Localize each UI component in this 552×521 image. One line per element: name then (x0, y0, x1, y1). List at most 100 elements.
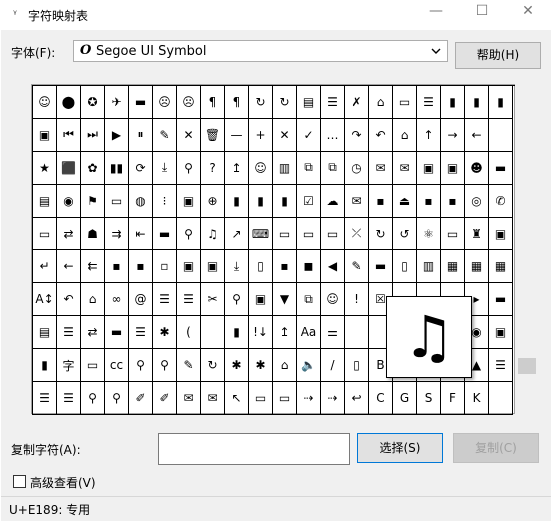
character-cell[interactable]: ▥ (273, 151, 297, 185)
character-cell[interactable]: ☰ (33, 382, 57, 415)
character-cell[interactable]: ⏮ (57, 118, 81, 152)
character-cell[interactable]: ⚲ (105, 382, 129, 415)
character-cell[interactable]: ▣ (489, 316, 513, 350)
character-cell[interactable]: ? (201, 151, 225, 185)
character-cell[interactable]: ⌂ (369, 86, 393, 119)
advanced-view-checkbox[interactable] (13, 475, 26, 488)
character-cell[interactable]: S (417, 382, 441, 415)
character-cell[interactable]: ▣ (417, 151, 441, 185)
grid-scrollbar[interactable] (517, 84, 537, 414)
character-cell[interactable]: ▣ (489, 217, 513, 251)
character-cell[interactable]: ☻ (465, 151, 489, 185)
character-cell[interactable]: ⧉ (297, 283, 321, 317)
character-cell[interactable]: C (369, 382, 393, 415)
character-cell[interactable]: ▪ (105, 250, 129, 284)
character-cell[interactable]: ☑ (297, 184, 321, 218)
character-cell[interactable]: ▪ (417, 184, 441, 218)
character-cell[interactable]: ▭ (81, 349, 105, 383)
character-cell[interactable] (489, 118, 513, 152)
character-cell[interactable]: ☰ (57, 382, 81, 415)
character-cell[interactable]: ☰ (417, 86, 441, 119)
help-button[interactable]: 帮助(H) (455, 42, 541, 69)
character-cell[interactable]: ☰ (153, 283, 177, 317)
character-cell[interactable]: ( (177, 316, 201, 350)
character-cell[interactable]: ▫ (153, 250, 177, 284)
character-cell[interactable]: ⌂ (81, 283, 105, 317)
character-cell[interactable]: ✉ (369, 151, 393, 185)
character-cell[interactable]: ⚲ (153, 349, 177, 383)
character-cell[interactable]: ⚲ (177, 151, 201, 185)
characters-to-copy-input[interactable] (158, 433, 350, 465)
character-cell[interactable]: F (441, 382, 465, 415)
minimize-button[interactable]: — (413, 0, 459, 26)
character-cell[interactable]: ✱ (225, 349, 249, 383)
character-cell[interactable]: ⤓ (225, 250, 249, 284)
character-cell[interactable]: ▬ (105, 316, 129, 350)
character-cell[interactable]: ✈ (105, 86, 129, 119)
character-cell[interactable]: ⚌ (321, 316, 345, 350)
character-cell[interactable]: ▬ (129, 86, 153, 119)
character-cell[interactable]: ✐ (153, 382, 177, 415)
character-cell[interactable]: ▶ (105, 118, 129, 152)
character-cell[interactable]: ▮ (225, 184, 249, 218)
character-cell[interactable]: ⤓ (153, 151, 177, 185)
character-cell[interactable]: cc (105, 349, 129, 383)
character-cell[interactable]: ▭ (273, 217, 297, 251)
character-cell[interactable]: ↻ (249, 86, 273, 119)
character-cell[interactable]: ↥ (273, 316, 297, 350)
character-cell[interactable]: ☰ (177, 283, 201, 317)
character-cell[interactable]: ▬ (489, 283, 513, 317)
character-cell[interactable]: ⧉ (297, 151, 321, 185)
character-cell[interactable]: ☺ (249, 151, 273, 185)
character-cell[interactable]: ◼ (297, 250, 321, 284)
character-cell[interactable]: ▼ (273, 283, 297, 317)
character-cell[interactable]: ▭ (297, 217, 321, 251)
character-cell[interactable]: ✓ (297, 118, 321, 152)
character-cell[interactable]: ▯ (345, 349, 369, 383)
character-cell[interactable]: ¶ (201, 86, 225, 119)
character-cell[interactable]: ▪ (441, 184, 465, 218)
character-cell[interactable]: ▮ (33, 349, 57, 383)
character-cell[interactable]: ☹ (177, 86, 201, 119)
character-cell[interactable]: ◷ (345, 151, 369, 185)
character-cell[interactable]: ▮ (273, 184, 297, 218)
character-cell[interactable]: ▥ (417, 250, 441, 284)
character-cell[interactable]: ♫ (201, 217, 225, 251)
character-cell[interactable]: ▬ (369, 250, 393, 284)
character-cell[interactable]: ▭ (33, 217, 57, 251)
character-cell[interactable]: ✎ (177, 349, 201, 383)
character-cell[interactable]: → (441, 118, 465, 152)
character-cell[interactable]: ¶ (225, 86, 249, 119)
character-cell[interactable]: ! (345, 283, 369, 317)
character-cell[interactable]: ☰ (489, 349, 513, 383)
character-cell[interactable] (201, 316, 225, 350)
character-cell[interactable]: ▮ (249, 184, 273, 218)
character-cell[interactable]: ⟳ (129, 151, 153, 185)
character-cell[interactable]: ✕ (177, 118, 201, 152)
character-cell[interactable]: !↓ (249, 316, 273, 350)
character-cell[interactable]: A↕ (33, 283, 57, 317)
font-dropdown[interactable]: O Segoe UI Symbol (73, 40, 448, 62)
character-cell[interactable]: ▭ (105, 184, 129, 218)
character-cell[interactable]: ✗ (345, 86, 369, 119)
character-cell[interactable]: ✉ (177, 382, 201, 415)
character-cell[interactable]: ▬ (153, 217, 177, 251)
character-cell[interactable]: ◍ (129, 184, 153, 218)
character-cell[interactable]: ▤ (297, 86, 321, 119)
character-cell[interactable]: ↷ (345, 118, 369, 152)
character-cell[interactable]: 🔈 (297, 349, 321, 383)
character-cell[interactable]: ☺ (321, 283, 345, 317)
character-cell[interactable]: ✐ (129, 382, 153, 415)
character-cell[interactable]: ☰ (129, 316, 153, 350)
character-cell[interactable]: ⌨ (249, 217, 273, 251)
character-cell[interactable]: @ (129, 283, 153, 317)
character-cell[interactable]: ☰ (57, 316, 81, 350)
character-cell[interactable]: ↖ (225, 382, 249, 415)
character-cell[interactable]: ↻ (201, 349, 225, 383)
character-cell[interactable]: ⏭ (81, 118, 105, 152)
copy-button[interactable]: 复制(C) (453, 433, 539, 463)
character-cell[interactable]: ⌂ (393, 118, 417, 152)
character-cell[interactable]: ▣ (201, 250, 225, 284)
character-cell[interactable]: ⚑ (81, 184, 105, 218)
character-cell[interactable]: ⇇ (81, 250, 105, 284)
